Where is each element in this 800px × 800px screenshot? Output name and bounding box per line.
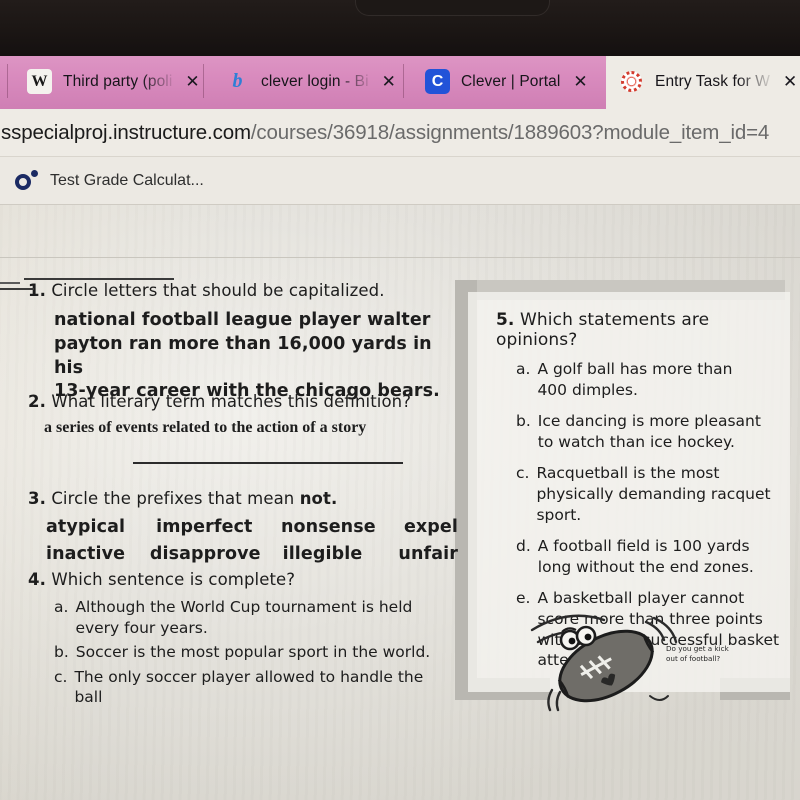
option-letter: c. [516, 464, 530, 483]
laptop-bezel [0, 0, 800, 56]
word-unfair[interactable]: unfair [398, 543, 458, 567]
question-3-number: 3. [28, 489, 46, 508]
tab-divider [203, 64, 204, 98]
question-1-body-line-2: payton ran more than 16,000 yards in his [54, 333, 432, 378]
question-2: 2. What literary term matches this defin… [28, 392, 458, 437]
question-1: 1. Circle letters that should be capital… [28, 281, 448, 404]
browser-tab-3[interactable]: C Clever | Portal ✕ [412, 54, 597, 109]
section-divider [0, 257, 800, 258]
question-1-prompt-text: Circle letters that should be capitalize… [51, 281, 385, 300]
screen-photo: W Third party (poli ✕ b clever login - B… [0, 0, 800, 800]
option-text: The only soccer player allowed to handle… [74, 667, 424, 707]
bezel-notch [355, 0, 550, 16]
pencil-dash-mark [0, 288, 34, 290]
option-letter: a. [54, 598, 69, 616]
question-5-prompt-text: Which statements are opinions? [496, 310, 710, 350]
option-text: Ice dancing is more pleasant to watch th… [537, 412, 761, 451]
question-4-option-c[interactable]: c. The only soccer player allowed to han… [54, 667, 448, 708]
question-2-prompt: 2. What literary term matches this defin… [28, 392, 458, 411]
question-5-option-c[interactable]: c. Racquetball is the most physically de… [516, 463, 786, 525]
word-imperfect[interactable]: imperfect [156, 516, 259, 540]
question-2-definition: a series of events related to the action… [44, 419, 367, 436]
option-letter: d. [516, 537, 531, 556]
option-letter: a. [516, 360, 531, 378]
question-4-option-a[interactable]: a. Although the World Cup tournament is … [54, 597, 448, 638]
option-text: Racquetball is the most physically deman… [536, 464, 771, 524]
word-expel[interactable]: expel [404, 516, 458, 540]
tab-close-icon-2[interactable]: ✕ [382, 73, 396, 90]
tab-title-3: Clever | Portal [461, 72, 561, 90]
browser-tab-1[interactable]: W Third party (poli ✕ [14, 54, 200, 109]
question-5-prompt: 5. Which statements are opinions? [496, 310, 786, 350]
question-4-option-b[interactable]: b. Soccer is the most popular sport in t… [54, 642, 448, 663]
question-3-prompt-text: Circle the prefixes that mean [51, 489, 300, 508]
football-cartoon: Do you get a kick out of football? [528, 604, 743, 724]
question-1-number: 1. [28, 281, 46, 300]
question-4-prompt: 4. Which sentence is complete? [28, 570, 448, 589]
question-3-prompt-emphasis: not. [299, 489, 338, 508]
question-1-body: national football league player walter p… [54, 309, 448, 404]
browser-tab-2[interactable]: b clever login - Bi ✕ [212, 54, 397, 109]
option-letter: b. [54, 643, 69, 662]
bing-icon: b [232, 70, 243, 92]
question-1-body-line-1: national football league player walter [54, 310, 431, 330]
question-2-answer-line[interactable] [133, 462, 403, 464]
option-letter: c. [54, 667, 68, 686]
url-text: sspecialproj.instructure.com/courses/369… [0, 121, 769, 145]
speech-bubble-text: Do you get a kick out of football? [666, 644, 729, 664]
address-bar[interactable]: sspecialproj.instructure.com/courses/369… [0, 109, 800, 157]
option-text: A golf ball has more than 400 dimples. [537, 360, 733, 399]
question-5-number: 5. [496, 310, 515, 330]
browser-tab-4-active[interactable]: Entry Task for W ✕ [606, 54, 800, 109]
bookmarks-bar: Test Grade Calculat... [0, 157, 800, 205]
question-4: 4. Which sentence is complete? a. Althou… [28, 570, 448, 708]
tab-close-icon-3[interactable]: ✕ [573, 73, 587, 90]
test-grade-calculator-icon [14, 169, 38, 193]
question-5-option-b[interactable]: b. Ice dancing is more pleasant to watch… [516, 411, 786, 452]
tab-divider [7, 64, 8, 98]
question-5-option-d[interactable]: d. A football field is 100 yards long wi… [516, 536, 786, 577]
option-text: Soccer is the most popular sport in the … [75, 643, 431, 662]
question-4-prompt-text: Which sentence is complete? [51, 570, 296, 589]
word-illegible[interactable]: illegible [283, 543, 377, 567]
tab-title-1: Third party (poli [63, 72, 173, 90]
tab-title-4: Entry Task for W [655, 72, 771, 90]
question-1-prompt: 1. Circle letters that should be capital… [28, 281, 448, 300]
question-3-prompt: 3. Circle the prefixes that mean not. [28, 489, 458, 508]
tab-close-icon-1[interactable]: ✕ [185, 73, 199, 90]
canvas-instructure-icon [619, 69, 644, 94]
word-atypical[interactable]: atypical [46, 516, 134, 540]
word-inactive[interactable]: inactive [46, 543, 128, 567]
tab-close-icon-4[interactable]: ✕ [783, 73, 797, 90]
question-3-word-row-2: inactive disapprove illegible unfair [46, 543, 458, 567]
question-5-option-a[interactable]: a. A golf ball has more than 400 dimples… [516, 359, 786, 400]
question-3-word-row-1: atypical imperfect nonsense expel [46, 516, 458, 540]
bookmark-item-test-grade-calculator[interactable]: Test Grade Calculat... [50, 172, 204, 190]
question-2-number: 2. [28, 392, 46, 411]
wikipedia-icon: W [27, 69, 52, 94]
pencil-strike-mark [24, 278, 174, 280]
option-text: Although the World Cup tournament is hel… [75, 598, 413, 637]
url-host: sspecialproj.instructure.com [1, 120, 251, 144]
option-text: A football field is 100 yards long witho… [537, 537, 754, 576]
question-2-prompt-text: What literary term matches this definiti… [51, 392, 412, 411]
word-disapprove[interactable]: disapprove [150, 543, 261, 567]
tab-title-2: clever login - Bi [261, 72, 369, 90]
question-4-number: 4. [28, 570, 46, 589]
option-letter: b. [516, 412, 531, 431]
pencil-dash-mark [0, 282, 20, 284]
url-path: /courses/36918/assignments/1889603?modul… [250, 120, 770, 144]
question-4-options: a. Although the World Cup tournament is … [54, 597, 448, 708]
clever-icon: C [425, 69, 450, 94]
word-nonsense[interactable]: nonsense [281, 516, 382, 540]
tab-divider [403, 64, 404, 98]
question-3-word-bank: atypical imperfect nonsense expel inacti… [46, 516, 458, 567]
question-3: 3. Circle the prefixes that mean not. at… [28, 489, 458, 567]
